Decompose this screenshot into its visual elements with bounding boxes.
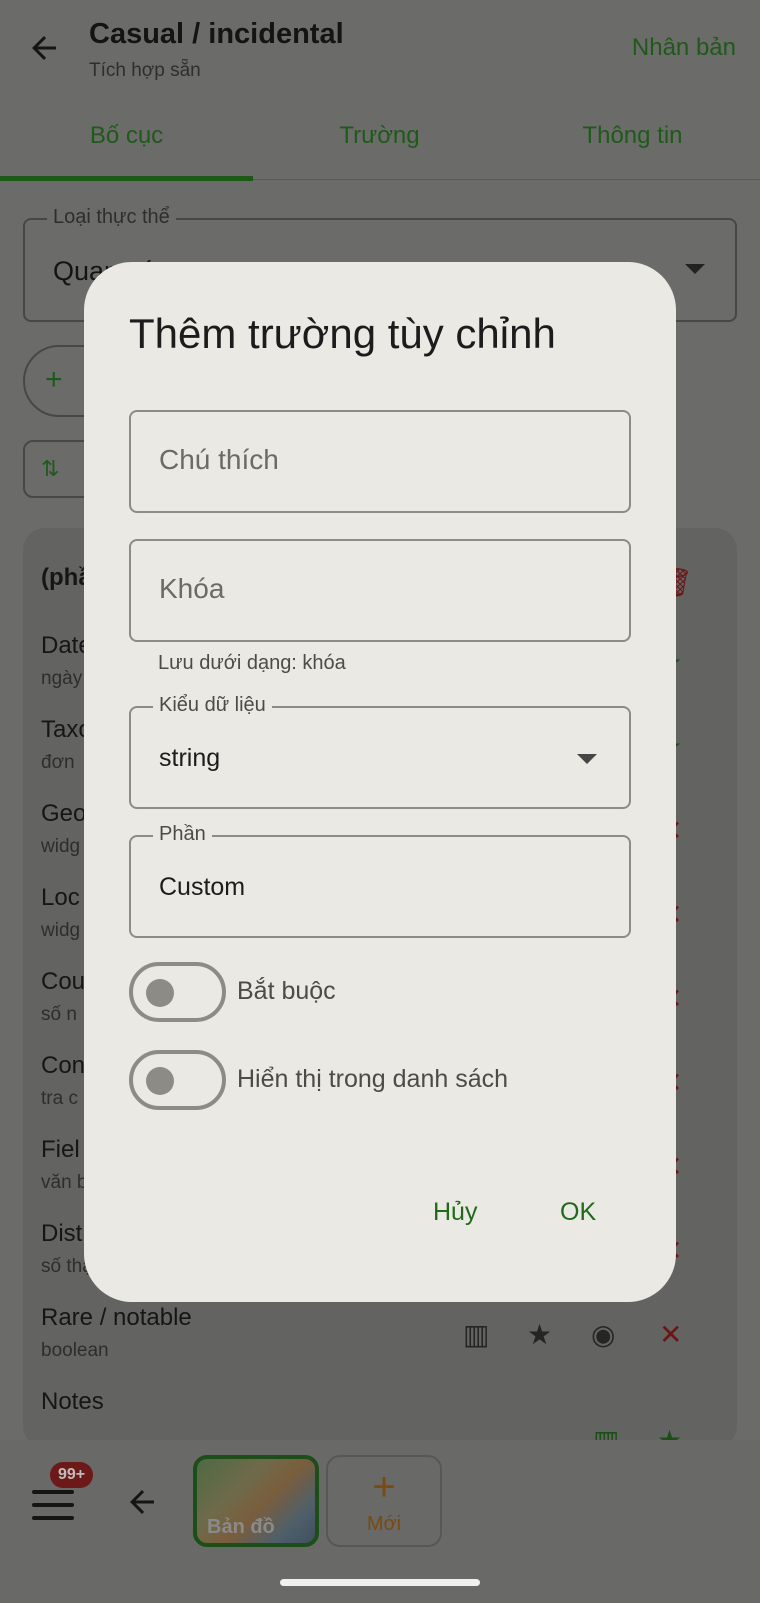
section-value: Custom <box>159 873 246 901</box>
sort-icon: ⇅ <box>41 456 60 481</box>
clone-button[interactable]: Nhân bản <box>632 34 736 62</box>
map-label: Bản đồ <box>207 1516 275 1538</box>
plus-icon: + <box>45 363 63 396</box>
dialog-title: Thêm trường tùy chỉnh <box>129 310 556 357</box>
field-title: Rare / notable <box>41 1304 192 1331</box>
new-label: Mới <box>366 1513 402 1535</box>
toggle-knob <box>146 979 174 1007</box>
field-type: số n <box>41 1004 77 1025</box>
back-arrow-icon[interactable] <box>122 1484 162 1520</box>
top-app-bar: Casual / incidental Tích hợp sẵn Nhân bả… <box>0 0 760 100</box>
ok-button[interactable]: OK <box>560 1198 596 1227</box>
field-title: Fiel <box>41 1136 80 1163</box>
list-item[interactable]: Rare / notable boolean ▥ ★ ◉ ✕ <box>23 1304 737 1388</box>
field-title: Cou <box>41 968 86 995</box>
back-arrow-icon[interactable] <box>26 30 62 66</box>
field-title: Notes <box>41 1388 104 1415</box>
home-indicator[interactable] <box>280 1579 480 1586</box>
dropdown-arrow-icon <box>685 264 705 274</box>
plus-icon: + <box>372 1465 396 1509</box>
field-type: đơn <box>41 752 75 773</box>
tab-indicator <box>0 176 253 181</box>
key-helper-text: Lưu dưới dạng: khóa <box>158 652 346 674</box>
caption-field[interactable]: Chú thích <box>129 410 631 513</box>
field-type: widg <box>41 920 81 941</box>
caption-placeholder: Chú thích <box>159 444 279 475</box>
add-custom-field-dialog: Thêm trường tùy chỉnh Chú thích Khóa Lưu… <box>84 262 676 1302</box>
field-title: Loc <box>41 884 80 911</box>
cancel-button[interactable]: Hủy <box>433 1198 477 1227</box>
toggle-knob <box>146 1067 174 1095</box>
field-type: widg <box>41 836 81 857</box>
show-in-list-label: Hiển thị trong danh sách <box>237 1065 509 1093</box>
eye-icon[interactable]: ◉ <box>591 1318 615 1351</box>
key-placeholder: Khóa <box>159 573 225 604</box>
field-type: ngày <box>41 668 83 689</box>
required-label: Bắt buộc <box>237 977 336 1005</box>
field-title: Con <box>41 1052 86 1079</box>
field-type: tra c <box>41 1088 78 1109</box>
notification-badge: 99+ <box>50 1462 94 1488</box>
key-field[interactable]: Khóa <box>129 539 631 642</box>
section-label: Phần <box>153 823 212 846</box>
show-in-list-toggle[interactable] <box>129 1050 226 1110</box>
field-title: Geo <box>41 800 87 827</box>
field-type: văn b <box>41 1172 88 1193</box>
required-toggle[interactable] <box>129 962 226 1022</box>
tab-info[interactable]: Thông tin <box>506 122 759 150</box>
map-shortcut[interactable]: Bản đồ <box>193 1455 319 1547</box>
entity-type-label: Loại thực thể <box>47 206 176 229</box>
close-icon[interactable]: ✕ <box>659 1318 682 1351</box>
dropdown-arrow-icon <box>577 754 597 764</box>
datatype-value: string <box>159 744 221 772</box>
tab-fields[interactable]: Trường <box>253 122 506 150</box>
datatype-select[interactable]: Kiểu dữ liệu string <box>129 694 631 809</box>
section-field[interactable]: Phần Custom <box>129 823 631 938</box>
columns-icon[interactable]: ▥ <box>463 1318 489 1351</box>
datatype-label: Kiểu dữ liệu <box>153 694 272 717</box>
star-icon[interactable]: ★ <box>527 1318 552 1351</box>
page-title: Casual / incidental <box>89 18 344 50</box>
field-type: boolean <box>41 1340 109 1361</box>
tab-layout[interactable]: Bố cục <box>0 122 253 150</box>
new-shortcut[interactable]: + Mới <box>326 1455 442 1547</box>
tab-bar: Bố cục Trường Thông tin <box>0 112 760 181</box>
menu-icon[interactable] <box>32 1490 74 1520</box>
page-subtitle: Tích hợp sẵn <box>89 60 201 81</box>
field-title: Dist <box>41 1220 83 1247</box>
